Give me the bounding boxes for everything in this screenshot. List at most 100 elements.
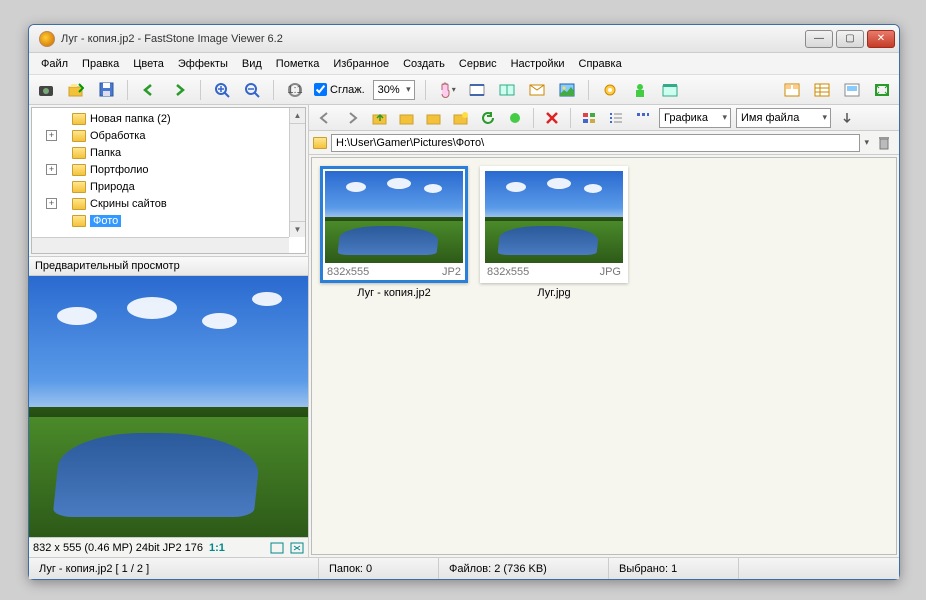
hand-icon[interactable]: ▾ (436, 79, 458, 101)
menu-view[interactable]: Вид (236, 56, 268, 72)
close-button[interactable]: ✕ (867, 30, 895, 48)
tree-vscrollbar[interactable] (289, 108, 305, 237)
thumb-name: Луг.jpg (480, 287, 628, 299)
thumb-dims: 832x555 (327, 266, 369, 278)
path-bar: H:\User\Gamer\Pictures\Фото\ ▾ (309, 131, 899, 155)
app-window: Луг - копия.jp2 - FastStone Image Viewer… (28, 24, 900, 580)
minimize-button[interactable]: — (805, 30, 833, 48)
preview-statusbar: 832 x 555 (0.46 MP) 24bit JP2 176 1:1 (29, 537, 308, 557)
folder-icon (72, 198, 86, 210)
new-folder-icon[interactable] (450, 107, 472, 129)
thumb-name: Луг - копия.jp2 (320, 287, 468, 299)
smooth-check-input[interactable] (314, 83, 327, 96)
menu-help[interactable]: Справка (573, 56, 628, 72)
view-filmstrip-icon[interactable] (841, 79, 863, 101)
settings-gear-icon[interactable] (599, 79, 621, 101)
expand-icon[interactable]: + (46, 130, 57, 141)
path-dropdown-icon[interactable]: ▾ (864, 137, 869, 148)
expand-icon[interactable]: + (46, 164, 57, 175)
folder-icon (72, 215, 86, 227)
menu-create[interactable]: Создать (397, 56, 451, 72)
window-title: Луг - копия.jp2 - FastStone Image Viewer… (61, 33, 805, 45)
favorite-icon[interactable] (504, 107, 526, 129)
folder-icon (72, 130, 86, 142)
sort-select[interactable]: Имя файла (736, 108, 831, 128)
tree-item[interactable]: +Портфолио (32, 161, 305, 178)
tree-item[interactable]: +Скрины сайтов (32, 195, 305, 212)
menu-effects[interactable]: Эффекты (172, 56, 234, 72)
next-icon[interactable] (168, 79, 190, 101)
tree-item[interactable]: Папка (32, 144, 305, 161)
folder-icon (72, 181, 86, 193)
menu-tools[interactable]: Сервис (453, 56, 503, 72)
titlebar[interactable]: Луг - копия.jp2 - FastStone Image Viewer… (29, 25, 899, 53)
menu-file[interactable]: Файл (35, 56, 74, 72)
actual-size-icon[interactable]: 1:1 (284, 79, 306, 101)
main-toolbar: 1:1 Сглаж. 30% ▾ (29, 75, 899, 105)
menu-tag[interactable]: Пометка (270, 56, 326, 72)
svg-text:1:1: 1:1 (287, 84, 302, 96)
zoom-select[interactable]: 30% (373, 80, 415, 100)
zoom-out-icon[interactable] (241, 79, 263, 101)
thumb-dims: 832x555 (487, 266, 529, 278)
email-icon[interactable] (526, 79, 548, 101)
ratio-label[interactable]: 1:1 (209, 542, 225, 554)
app-icon (39, 31, 55, 47)
delete-icon[interactable] (541, 107, 563, 129)
thumbnail-selected[interactable]: 832x555 JP2 Луг - копия.jp2 (320, 166, 468, 299)
prev-icon[interactable] (138, 79, 160, 101)
status-folders: Папок: 0 (319, 558, 439, 579)
wallpaper-icon[interactable] (556, 79, 578, 101)
left-panel: Новая папка (2) +Обработка Папка +Портфо… (29, 105, 309, 557)
folder-icon (72, 147, 86, 159)
status-selected: Выбрано: 1 (609, 558, 739, 579)
expand-icon[interactable]: + (46, 198, 57, 209)
compare-icon[interactable] (496, 79, 518, 101)
home-folder-icon[interactable] (396, 107, 418, 129)
view-thumbs-icon[interactable] (781, 79, 803, 101)
view-detail-icon[interactable] (811, 79, 833, 101)
desktop-folder-icon[interactable] (423, 107, 445, 129)
smooth-checkbox[interactable]: Сглаж. (314, 83, 365, 96)
menu-favorites[interactable]: Избранное (327, 56, 395, 72)
forward-icon[interactable] (342, 107, 364, 129)
folder-tree[interactable]: Новая папка (2) +Обработка Папка +Портфо… (31, 107, 306, 254)
up-folder-icon[interactable] (369, 107, 391, 129)
tree-item[interactable]: Природа (32, 178, 305, 195)
screenshot-icon[interactable] (659, 79, 681, 101)
trash-icon[interactable] (873, 132, 895, 154)
view-large-icon[interactable] (578, 107, 600, 129)
back-icon[interactable] (315, 107, 337, 129)
tree-hscrollbar[interactable] (32, 237, 289, 253)
slideshow-icon[interactable] (466, 79, 488, 101)
view-list-icon[interactable] (605, 107, 627, 129)
open-icon[interactable] (65, 79, 87, 101)
refresh-icon[interactable] (477, 107, 499, 129)
maximize-button[interactable]: ▢ (836, 30, 864, 48)
thumbnail[interactable]: 832x555JPG Луг.jpg (480, 166, 628, 299)
status-file: Луг - копия.jp2 [ 1 / 2 ] (29, 558, 319, 579)
preview-image[interactable] (29, 276, 308, 537)
filter-select[interactable]: Графика (659, 108, 731, 128)
menu-colors[interactable]: Цвета (127, 56, 170, 72)
tree-item-selected[interactable]: Фото (32, 212, 305, 229)
fullscreen-icon[interactable] (871, 79, 893, 101)
tree-item[interactable]: +Обработка (32, 127, 305, 144)
menu-edit[interactable]: Правка (76, 56, 125, 72)
folder-icon (313, 137, 327, 149)
menu-settings[interactable]: Настройки (505, 56, 571, 72)
save-icon[interactable] (95, 79, 117, 101)
fit-icon[interactable] (270, 542, 284, 554)
thumb-fmt: JP2 (442, 266, 461, 278)
skin-icon[interactable] (629, 79, 651, 101)
folder-icon (72, 113, 86, 125)
path-input[interactable]: H:\User\Gamer\Pictures\Фото\ (331, 134, 860, 152)
zoom-in-icon[interactable] (211, 79, 233, 101)
view-small-icon[interactable] (632, 107, 654, 129)
status-files: Файлов: 2 (736 KB) (439, 558, 609, 579)
sort-dir-icon[interactable] (836, 107, 858, 129)
thumbnail-area[interactable]: 832x555 JP2 Луг - копия.jp2 832x555JPG Лу… (311, 157, 897, 555)
acquire-icon[interactable] (35, 79, 57, 101)
tree-item[interactable]: Новая папка (2) (32, 110, 305, 127)
expand-icon[interactable] (290, 542, 304, 554)
